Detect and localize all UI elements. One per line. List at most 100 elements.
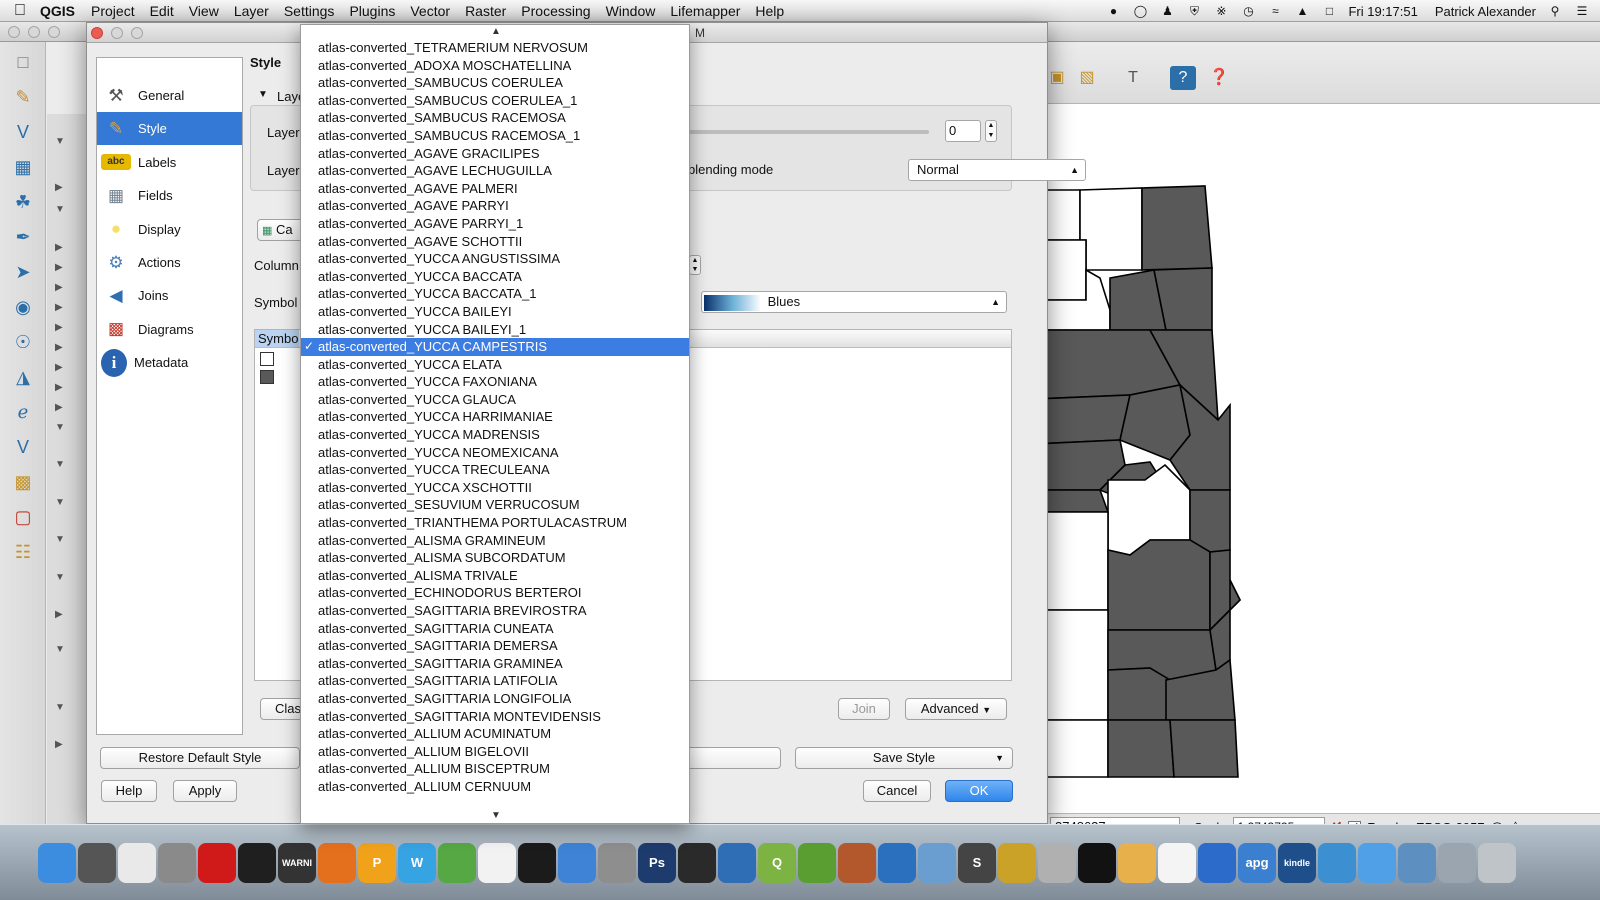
wifi-icon[interactable]: ≈ xyxy=(1267,4,1283,18)
menu-lifemapper[interactable]: Lifemapper xyxy=(670,3,740,19)
dropdown-item[interactable]: atlas-converted_AGAVE PALMERI xyxy=(301,180,689,198)
blending-mode-select[interactable]: Normal ▲ xyxy=(908,159,1086,181)
layer-expand-arrow-icon[interactable]: ▼ xyxy=(55,422,65,433)
dropdown-item[interactable]: atlas-converted_YUCCA TRECULEANA xyxy=(301,461,689,479)
dropdown-item[interactable]: atlas-converted_SAGITTARIA CUNEATA xyxy=(301,620,689,638)
network-icon[interactable] xyxy=(1398,842,1436,883)
finder-icon[interactable] xyxy=(38,842,76,883)
notes-icon[interactable] xyxy=(118,842,156,883)
apple-menu-icon[interactable]:  xyxy=(0,2,40,20)
layer-expand-arrow-icon[interactable]: ▼ xyxy=(55,702,65,713)
dropdown-item[interactable]: atlas-converted_YUCCA MADRENSIS xyxy=(301,426,689,444)
dropdown-item[interactable]: atlas-converted_SAGITTARIA BREVIROSTRA xyxy=(301,602,689,620)
menubar-user[interactable]: Patrick Alexander xyxy=(1435,4,1536,19)
dropdown-item[interactable]: atlas-converted_ALLIUM BISCEPTRUM xyxy=(301,760,689,778)
keychain-icon[interactable] xyxy=(998,842,1036,883)
advanced-button[interactable]: Advanced ▼ xyxy=(905,698,1007,720)
dropdown-item[interactable]: atlas-converted_SAMBUCUS COERULEA xyxy=(301,74,689,92)
add-vector-layer-icon[interactable]: V xyxy=(8,117,38,147)
nav-item-actions[interactable]: ⚙ Actions xyxy=(97,246,242,279)
layer-expand-arrow-icon[interactable]: ▶ xyxy=(55,362,63,373)
apg-icon[interactable]: apg xyxy=(1238,842,1276,883)
dropdown-item[interactable]: atlas-converted_SAGITTARIA MONTEVIDENSIS xyxy=(301,708,689,726)
category-symbol-swatch[interactable] xyxy=(260,370,274,384)
join-button[interactable]: Join xyxy=(838,698,890,720)
dropdown-item[interactable]: ✓ atlas-converted_YUCCA CAMPESTRIS xyxy=(301,338,689,356)
opera-icon[interactable] xyxy=(198,842,236,883)
grass-icon[interactable] xyxy=(798,842,836,883)
whats-this-icon[interactable]: ❓ xyxy=(1206,66,1232,90)
dropdown-item[interactable]: atlas-converted_YUCCA HARRIMANIAE xyxy=(301,408,689,426)
trash-icon[interactable] xyxy=(1478,842,1516,883)
time-machine-icon[interactable]: ◷ xyxy=(1240,4,1256,18)
dropdown-item[interactable]: atlas-converted_TRIANTHEMA PORTULACASTRU… xyxy=(301,514,689,532)
digitize-icon[interactable]: ▩ xyxy=(8,467,38,497)
notification-center-icon[interactable]: ☰ xyxy=(1574,4,1590,18)
add-delimited-text-icon[interactable]: ℯ xyxy=(8,397,38,427)
dropdown-item[interactable]: atlas-converted_ADOXA MOSCHATELLINA xyxy=(301,57,689,75)
map-canvas[interactable] xyxy=(1009,104,1600,813)
dropdown-item[interactable]: atlas-converted_AGAVE GRACILIPES xyxy=(301,145,689,163)
add-spatialite-layer-icon[interactable]: ✒ xyxy=(8,222,38,252)
plant-icon[interactable] xyxy=(438,842,476,883)
layer-expand-arrow-icon[interactable]: ▶ xyxy=(55,342,63,353)
symbol-column-header[interactable]: Symbo xyxy=(255,330,299,347)
dvd-player-icon[interactable] xyxy=(1038,842,1076,883)
browser-icon[interactable] xyxy=(1318,842,1356,883)
dropdown-item[interactable]: atlas-converted_SAGITTARIA GRAMINEA xyxy=(301,655,689,673)
ok-button[interactable]: OK xyxy=(945,780,1013,802)
minimize-window-button[interactable] xyxy=(28,26,40,38)
menu-help[interactable]: Help xyxy=(755,3,784,19)
dropdown-item[interactable]: atlas-converted_YUCCA ANGUSTISSIMA xyxy=(301,250,689,268)
dropdown-item[interactable]: atlas-converted_SAMBUCUS RACEMOSA_1 xyxy=(301,127,689,145)
app-menu[interactable]: QGIS xyxy=(40,3,75,19)
new-project-icon[interactable]: □ xyxy=(8,47,38,77)
layer-expand-arrow-icon[interactable]: ▶ xyxy=(55,282,63,293)
layer-expand-arrow-icon[interactable]: ▼ xyxy=(55,459,65,470)
dropdown-item[interactable]: atlas-converted_AGAVE PARRYI xyxy=(301,197,689,215)
layer-expand-arrow-icon[interactable]: ▶ xyxy=(55,739,63,750)
layer-expand-arrow-icon[interactable]: ▼ xyxy=(55,534,65,545)
layer-expand-arrow-icon[interactable]: ▼ xyxy=(55,204,65,215)
sync-icon[interactable]: ◯ xyxy=(1132,4,1148,18)
text-annotation-icon[interactable]: T xyxy=(1120,66,1146,90)
spotlight-icon[interactable]: ⚲ xyxy=(1547,4,1563,18)
dropdown-item[interactable]: atlas-converted_ALISMA GRAMINEUM xyxy=(301,532,689,550)
qgis-icon[interactable]: Q xyxy=(758,842,796,883)
dropdown-item[interactable]: atlas-converted_SAGITTARIA LONGIFOLIA xyxy=(301,690,689,708)
restore-default-style-button[interactable]: Restore Default Style xyxy=(100,747,300,769)
help-contents-icon[interactable]: ? xyxy=(1170,66,1196,90)
dialog-minimize-button[interactable] xyxy=(111,27,123,39)
add-raster-layer-icon[interactable]: ▦ xyxy=(8,152,38,182)
users-icon[interactable]: ♟ xyxy=(1159,4,1175,18)
save-style-button[interactable]: Save Style ▼ xyxy=(795,747,1013,769)
firefox-icon[interactable] xyxy=(318,842,356,883)
dropdown-item[interactable]: atlas-converted_YUCCA BACCATA xyxy=(301,268,689,286)
dropdown-item[interactable]: atlas-converted_YUCCA GLAUCA xyxy=(301,391,689,409)
console-icon[interactable]: WARNI xyxy=(278,842,316,883)
menu-settings[interactable]: Settings xyxy=(284,3,335,19)
mail-icon[interactable] xyxy=(918,842,956,883)
acrobat-icon[interactable] xyxy=(1158,842,1196,883)
move-feature-icon[interactable]: ▧ xyxy=(1074,66,1100,90)
clock-icon[interactable] xyxy=(78,842,116,883)
dropdown-item[interactable]: atlas-converted_YUCCA BACCATA_1 xyxy=(301,285,689,303)
menu-window[interactable]: Window xyxy=(606,3,656,19)
shield-icon[interactable]: ⛨ xyxy=(1186,4,1202,18)
menu-project[interactable]: Project xyxy=(91,3,135,19)
terminal-icon[interactable] xyxy=(518,842,556,883)
nav-item-diagrams[interactable]: ▩ Diagrams xyxy=(97,313,242,346)
cancel-button[interactable]: Cancel xyxy=(863,780,931,802)
menu-processing[interactable]: Processing xyxy=(521,3,590,19)
dropdown-item[interactable]: atlas-converted_SAGITTARIA LATIFOLIA xyxy=(301,672,689,690)
remove-layer-icon[interactable]: ▢ xyxy=(8,502,38,532)
dropdown-item[interactable]: atlas-converted_SAMBUCUS COERULEA_1 xyxy=(301,92,689,110)
kindle-icon[interactable]: kindle xyxy=(1278,842,1316,883)
menu-vector[interactable]: Vector xyxy=(410,3,450,19)
add-wms-layer-icon[interactable]: ◉ xyxy=(8,292,38,322)
close-window-button[interactable] xyxy=(8,26,20,38)
scroll-down-arrow-icon[interactable]: ▼ xyxy=(491,810,501,821)
column-select-arrows[interactable]: ▲ ▼ xyxy=(689,255,701,275)
nav-item-general[interactable]: ⚒ General xyxy=(97,79,242,112)
pages-icon[interactable]: P xyxy=(358,842,396,883)
